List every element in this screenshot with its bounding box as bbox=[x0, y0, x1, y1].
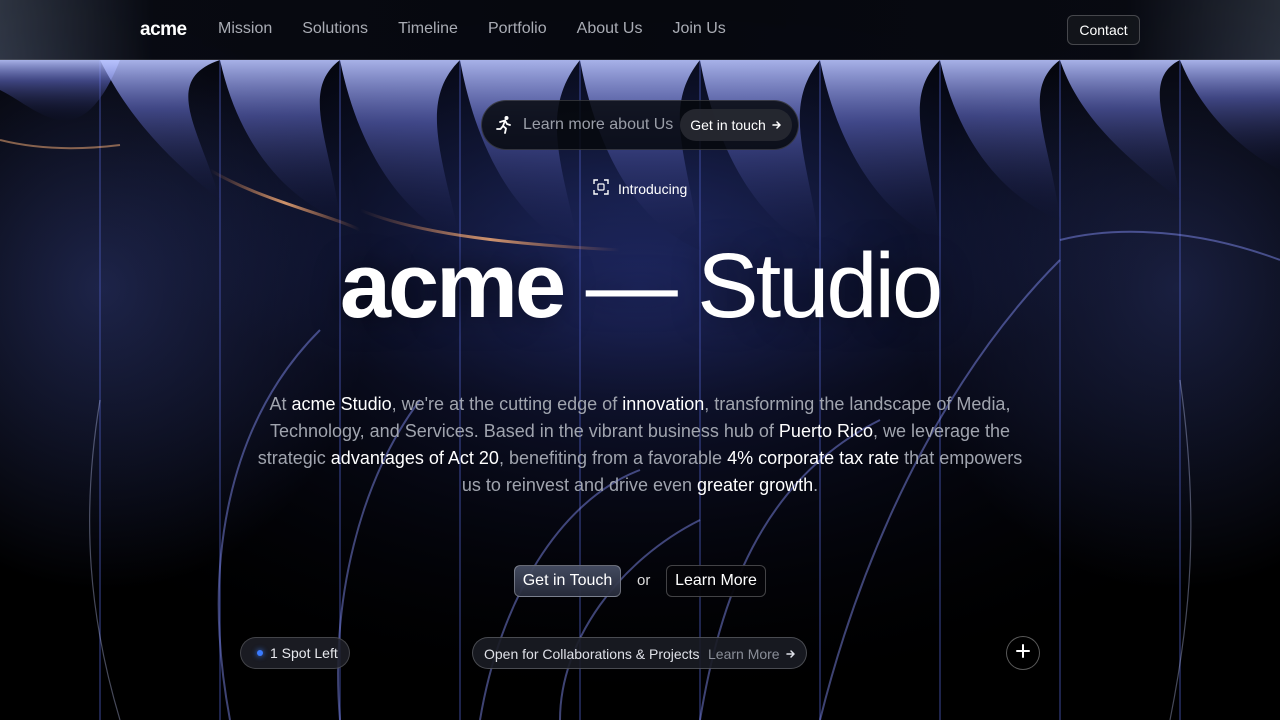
desc-highlight: greater growth bbox=[697, 475, 814, 495]
spot-left-badge: 1 Spot Left bbox=[240, 637, 350, 669]
introducing-text: Introducing bbox=[618, 180, 688, 197]
contact-button[interactable]: Contact bbox=[1067, 15, 1140, 45]
learn-more-pill: Learn more about Us Get in touch bbox=[481, 100, 799, 150]
hero-description: At acme Studio, we're at the cutting edg… bbox=[250, 391, 1030, 499]
desc-highlight: acme Studio bbox=[291, 394, 392, 414]
nav-link-portfolio[interactable]: Portfolio bbox=[488, 20, 547, 38]
nav-links: Mission Solutions Timeline Portfolio Abo… bbox=[218, 20, 726, 38]
pill-button-label: Get in touch bbox=[690, 117, 766, 133]
desc-text: . bbox=[813, 475, 819, 495]
top-navigation: acme Mission Solutions Timeline Portfoli… bbox=[0, 0, 1280, 60]
headline-dash: — bbox=[563, 235, 698, 337]
get-in-touch-button[interactable]: Get in Touch bbox=[514, 565, 621, 597]
nav-link-about-us[interactable]: About Us bbox=[577, 20, 643, 38]
cta-row: Get in Touch or Learn More bbox=[0, 565, 1280, 597]
arrow-right-icon bbox=[785, 646, 796, 662]
arrow-right-icon bbox=[772, 117, 782, 133]
desc-text: , we're at the cutting edge of bbox=[391, 394, 623, 414]
desc-highlight: 4% corporate tax rate bbox=[727, 448, 900, 468]
learn-more-button[interactable]: Learn More bbox=[666, 565, 766, 597]
desc-text: At bbox=[269, 394, 292, 414]
headline-studio: Studio bbox=[697, 235, 943, 337]
brand-logo[interactable]: acme bbox=[140, 19, 187, 41]
collaborations-learn-more[interactable]: Learn More bbox=[708, 646, 796, 662]
nav-link-solutions[interactable]: Solutions bbox=[302, 20, 368, 38]
introducing-label: Introducing bbox=[593, 179, 687, 198]
collab-learn-more-label: Learn More bbox=[708, 646, 780, 662]
desc-highlight: Puerto Rico bbox=[778, 421, 873, 441]
pill-text: Learn more about Us bbox=[523, 116, 674, 133]
get-in-touch-pill-button[interactable]: Get in touch bbox=[680, 109, 792, 141]
nav-link-join-us[interactable]: Join Us bbox=[672, 20, 725, 38]
desc-highlight: innovation bbox=[622, 394, 705, 414]
hero-headline: acme — Studio bbox=[0, 236, 1280, 336]
scan-icon bbox=[593, 179, 609, 198]
collaborations-pill[interactable]: Open for Collaborations & Projects Learn… bbox=[472, 637, 807, 669]
headline-brand: acme bbox=[339, 235, 566, 337]
nav-link-timeline[interactable]: Timeline bbox=[398, 20, 458, 38]
desc-highlight: advantages of Act 20 bbox=[330, 448, 499, 468]
plus-icon bbox=[1015, 643, 1031, 664]
status-dot-icon bbox=[257, 650, 263, 656]
spot-left-text: 1 Spot Left bbox=[270, 645, 338, 661]
desc-text: , benefiting from a favorable bbox=[498, 448, 728, 468]
cta-or-text: or bbox=[637, 572, 651, 589]
runner-icon bbox=[494, 115, 514, 135]
plus-button[interactable] bbox=[1006, 636, 1040, 670]
collaborations-text: Open for Collaborations & Projects bbox=[484, 646, 700, 662]
nav-link-mission[interactable]: Mission bbox=[218, 20, 272, 38]
